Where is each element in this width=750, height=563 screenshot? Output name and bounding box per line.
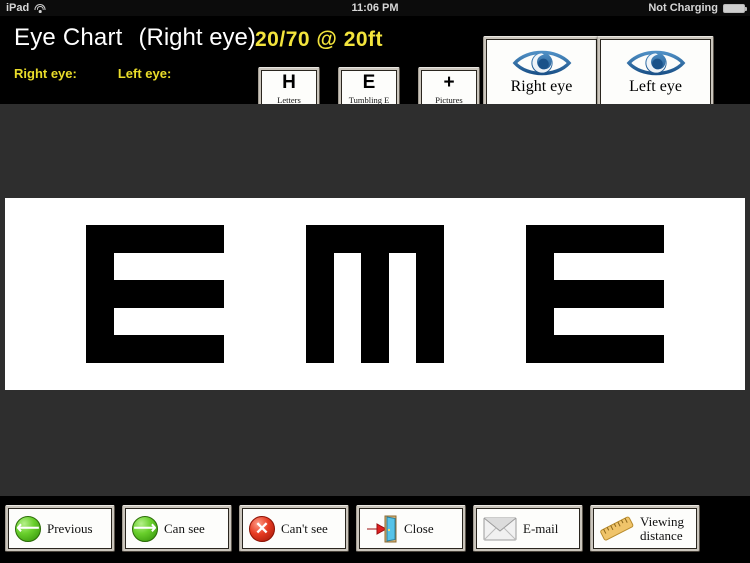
score-left-eye-label: Left eye: bbox=[117, 66, 172, 81]
optotype-1 bbox=[86, 225, 224, 363]
score-right-eye: Right eye: bbox=[14, 66, 82, 81]
select-right-eye-button[interactable]: Right eye bbox=[483, 36, 600, 108]
letter-h-icon: H bbox=[282, 72, 296, 93]
eye-icon bbox=[512, 50, 571, 76]
can-see-button-label: Can see bbox=[164, 520, 205, 536]
arrow-right-circle-icon: ⟶ bbox=[132, 515, 158, 542]
select-right-eye-label: Right eye bbox=[510, 78, 573, 95]
battery-status-text: Not Charging bbox=[648, 2, 718, 14]
close-button-label: Close bbox=[404, 520, 434, 536]
select-left-eye-button[interactable]: Left eye bbox=[597, 36, 714, 108]
exit-door-icon bbox=[367, 515, 397, 542]
arrow-left-circle-icon: ⟵ bbox=[15, 515, 41, 542]
viewing-distance-button-label: Viewing distance bbox=[640, 513, 684, 543]
plus-icon: + bbox=[443, 72, 455, 93]
chart-stage bbox=[0, 104, 750, 496]
select-left-eye-label: Left eye bbox=[629, 78, 682, 95]
previous-button[interactable]: ⟵ Previous bbox=[5, 505, 115, 552]
optotype-2 bbox=[306, 225, 444, 363]
ruler-icon bbox=[600, 516, 634, 541]
title-row: Eye Chart (Right eye) bbox=[14, 24, 256, 52]
current-eye-indicator: (Right eye) bbox=[138, 24, 256, 51]
score-left-eye: Left eye: bbox=[118, 66, 176, 81]
x-circle-icon: ✕ bbox=[249, 515, 275, 542]
battery-icon bbox=[723, 3, 747, 13]
eye-icon bbox=[626, 50, 685, 76]
envelope-icon bbox=[483, 517, 517, 540]
letter-e-icon: E bbox=[362, 72, 376, 93]
eye-scores: Right eye: Left eye: bbox=[14, 66, 176, 81]
page-title: Eye Chart bbox=[14, 24, 123, 51]
header-bar: Eye Chart (Right eye) 20/70 @ 20ft Right… bbox=[0, 16, 750, 111]
viewing-distance-button[interactable]: Viewing distance bbox=[590, 505, 700, 552]
close-button[interactable]: Close bbox=[356, 505, 466, 552]
optotype-3 bbox=[526, 225, 664, 363]
optotype-panel[interactable] bbox=[5, 198, 745, 390]
acuity-readout: 20/70 @ 20ft bbox=[255, 28, 384, 51]
can-see-button[interactable]: ⟶ Can see bbox=[122, 505, 232, 552]
status-bar-right: Not Charging bbox=[648, 2, 747, 14]
cannot-see-button-label: Can't see bbox=[281, 520, 328, 536]
email-button-label: E-mail bbox=[523, 520, 559, 536]
email-button[interactable]: E-mail bbox=[473, 505, 583, 552]
eye-chart-app: iPad 11:06 PM Not Charging Eye Chart (Ri… bbox=[0, 0, 750, 563]
score-right-eye-label: Right eye: bbox=[14, 66, 77, 81]
footer-toolbar: ⟵ Previous ⟶ Can see ✕ Can't see Close E… bbox=[0, 496, 750, 563]
status-bar-clock: 11:06 PM bbox=[351, 2, 399, 14]
status-bar: iPad 11:06 PM Not Charging bbox=[0, 0, 750, 16]
previous-button-label: Previous bbox=[47, 520, 93, 536]
cannot-see-button[interactable]: ✕ Can't see bbox=[239, 505, 349, 552]
